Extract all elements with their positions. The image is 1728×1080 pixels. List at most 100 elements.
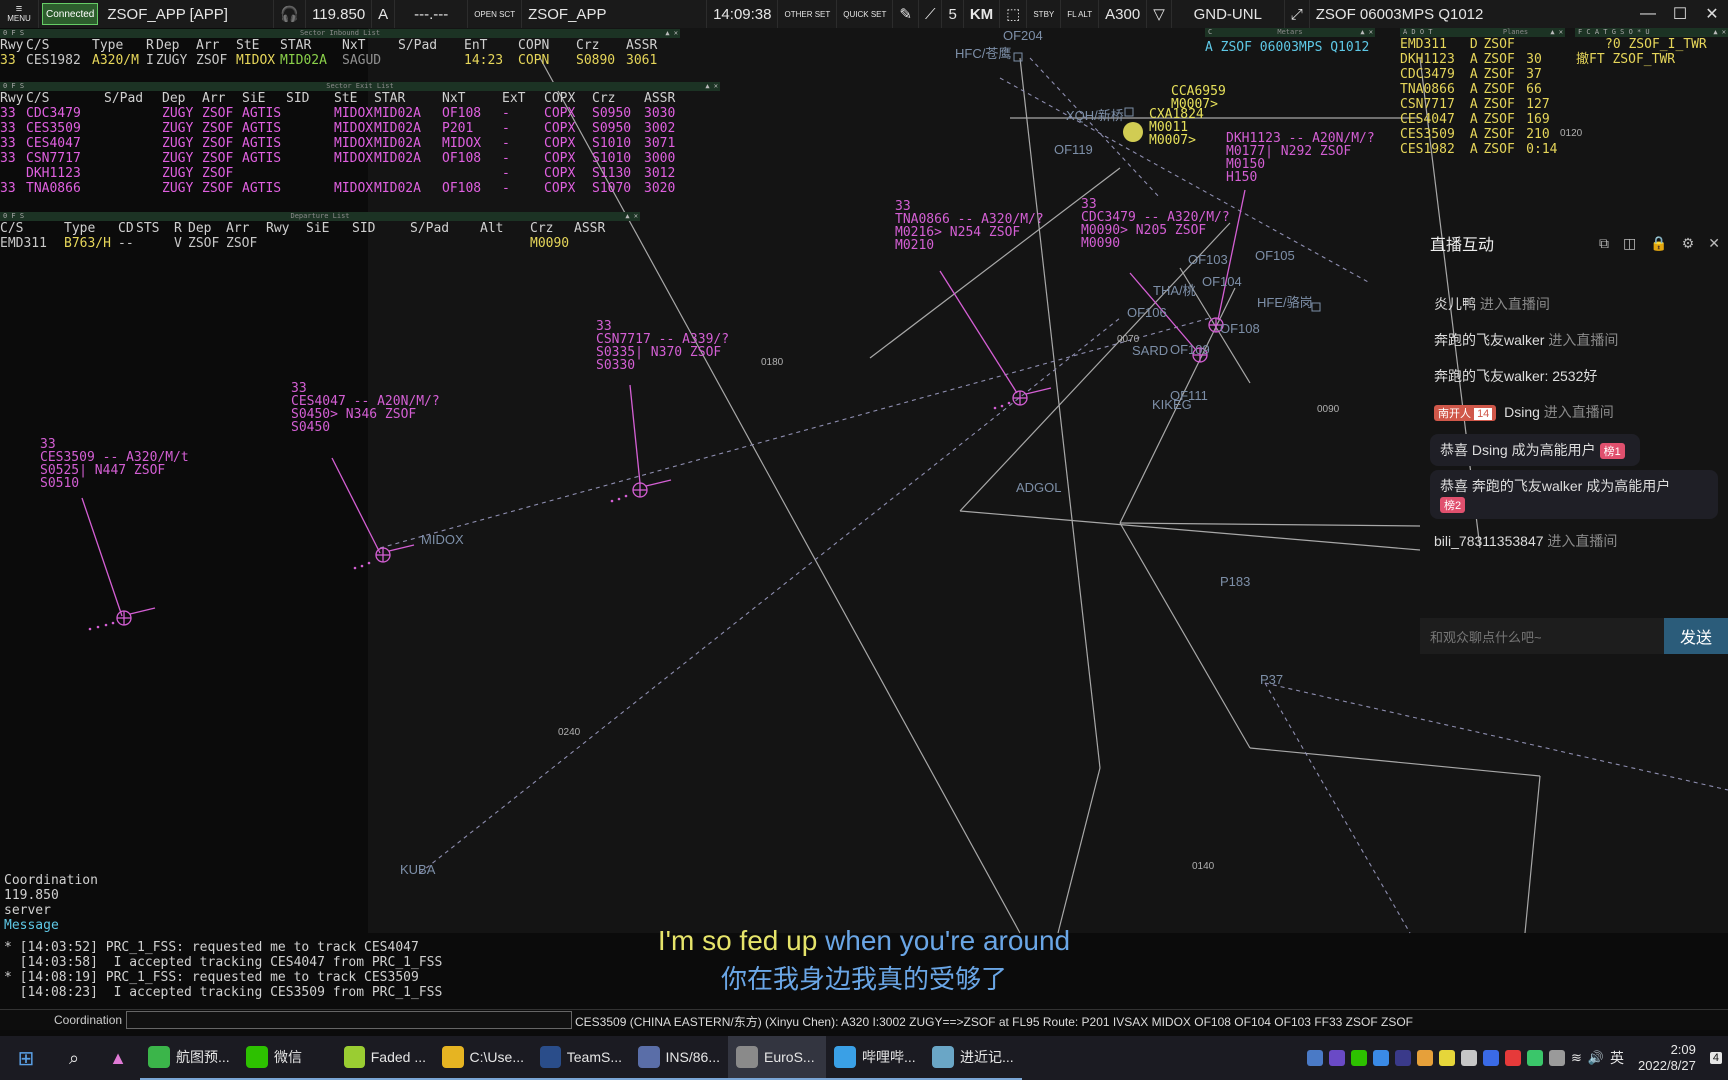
fix-kikeg[interactable]: KIKEG <box>1152 397 1192 412</box>
controller-row[interactable]: ?0 ZSOF_I_TWR <box>1575 37 1728 52</box>
minimize-icon[interactable]: — <box>1632 0 1664 28</box>
secondary-frequency[interactable]: ---.--- <box>395 0 469 28</box>
table-row[interactable]: 33 CDC3479 ZUGY ZSOF AGTIS MIDOX MID02A OF108 - C… <box>0 106 720 121</box>
tray-icon[interactable] <box>1328 1050 1345 1066</box>
notification-badge[interactable]: 4 <box>1709 1052 1722 1064</box>
open-sct-button[interactable]: OPEN SCT <box>468 0 523 28</box>
fix-of119[interactable]: OF119 <box>1054 142 1093 157</box>
fl-alt-button[interactable]: FL ALT <box>1061 0 1100 28</box>
pen-icon[interactable]: ✎ <box>893 0 919 28</box>
wifi-icon[interactable]: ≋ <box>1571 1050 1582 1066</box>
range-value[interactable]: 5 <box>942 0 964 28</box>
bluetooth-icon[interactable] <box>1482 1050 1499 1066</box>
ime-indicator[interactable]: 英 <box>1610 1048 1624 1068</box>
fix-kuba[interactable]: KUBA <box>400 862 435 877</box>
select-icon[interactable]: ⬚ <box>1000 0 1028 28</box>
range-unit[interactable]: KM <box>964 0 1001 28</box>
tag-tna0866[interactable]: 33 TNA0866 -- A320/M/? M0216> N254 ZSOF … <box>895 200 1044 252</box>
stby-button[interactable]: STBY <box>1027 0 1062 28</box>
fix-tha[interactable]: THA/桃 <box>1153 280 1196 299</box>
gear-icon[interactable]: ⚙ <box>1682 235 1695 252</box>
fix-of204[interactable]: OF204 <box>1003 28 1043 43</box>
frequency-display[interactable]: 119.850 <box>306 0 373 28</box>
tray-icon[interactable] <box>1306 1050 1323 1066</box>
panel-controls-icon[interactable]: ▲ ✕ <box>1360 28 1373 37</box>
ruler-icon[interactable]: ⟋ <box>919 0 943 28</box>
tray-icon[interactable] <box>1394 1050 1411 1066</box>
tray-icon[interactable] <box>1548 1050 1565 1066</box>
fix-of104[interactable]: OF104 <box>1202 274 1242 289</box>
list-item[interactable]: CES1982 A ZSOF 0:14 <box>1400 142 1565 157</box>
fix-of106[interactable]: OF106 <box>1127 305 1167 320</box>
quick-set-button[interactable]: QUICK SET <box>837 0 894 28</box>
table-row[interactable]: 33 CES1982 A320/M I ZUGY ZSOF MIDOX MID02A SAGUD… <box>0 53 680 68</box>
fix-xqh[interactable]: XQH/新桥 <box>1066 105 1124 124</box>
clock[interactable]: 2:09 2022/8/27 <box>1630 1042 1704 1074</box>
taskbar-app[interactable]: EuroS... <box>728 1036 826 1080</box>
list-item[interactable]: DKH1123 A ZSOF 30 <box>1400 52 1565 67</box>
table-row[interactable]: 33 CSN7717 ZUGY ZSOF AGTIS MIDOX MID02A OF108 - C… <box>0 151 720 166</box>
runway-icon[interactable]: ⤢ <box>1285 0 1310 28</box>
close-icon[interactable]: ✕ <box>1708 235 1720 252</box>
list-item[interactable]: CSN7717 A ZSOF 127 <box>1400 97 1565 112</box>
taskbar-app[interactable]: 进近记... <box>924 1036 1022 1080</box>
taskbar-app[interactable]: TeamS... <box>532 1036 630 1080</box>
command-input[interactable] <box>126 1011 572 1029</box>
fix-hfc[interactable]: HFC/苍鹰 <box>955 43 1011 62</box>
mute-icon[interactable]: ◫ <box>1623 235 1636 252</box>
atis-letter[interactable]: A <box>372 0 396 28</box>
volume-icon[interactable]: 🔊 <box>1588 1050 1604 1066</box>
taskbar-app[interactable]: C:\Use... <box>434 1036 532 1080</box>
table-row[interactable]: 33 CES4047 ZUGY ZSOF AGTIS MIDOX MID02A MIDOX - C… <box>0 136 720 151</box>
table-row[interactable]: 33 TNA0866 ZUGY ZSOF AGTIS MIDOX MID02A OF108 - C… <box>0 181 720 196</box>
fix-of105[interactable]: OF105 <box>1255 248 1295 263</box>
fix-p183[interactable]: P183 <box>1220 574 1250 589</box>
table-row[interactable]: DKH1123 ZUGY ZSOF - COPX S1130 3012 <box>0 166 720 181</box>
chat-input[interactable]: 和观众聊点什么吧~ <box>1420 618 1664 654</box>
tag-dkh1123[interactable]: DKH1123 -- A20N/M/? M0177| N292 ZSOF M01… <box>1226 132 1375 184</box>
table-row[interactable]: EMD311 B763/H -- V ZSOF ZSOF M0090 <box>0 236 640 251</box>
maximize-icon[interactable]: ☐ <box>1664 0 1696 28</box>
menu-button[interactable]: ≡ MENU <box>0 0 39 28</box>
fix-p37[interactable]: P37 <box>1260 672 1283 687</box>
tag-cxa1824[interactable]: CXA1824 M0011 M0007> <box>1149 108 1204 147</box>
tray-icon[interactable] <box>1504 1050 1521 1066</box>
altitude-type[interactable]: A300 <box>1099 0 1148 28</box>
metar-line[interactable]: A ZSOF 06003MPS Q1012 <box>1205 40 1375 55</box>
tag-cdc3479[interactable]: 33 CDC3479 -- A320/M/? M0090> N205 ZSOF … <box>1081 198 1230 250</box>
fix-hfe[interactable]: HFE/骆岗 <box>1257 292 1313 311</box>
tray-icon[interactable] <box>1460 1050 1477 1066</box>
fix-sard[interactable]: SARD <box>1132 343 1168 358</box>
tag-ces3509[interactable]: 33 CES3509 -- A320/M/t S0525| N447 ZSOF … <box>40 438 189 490</box>
search-icon[interactable]: ⌕ <box>52 1036 96 1080</box>
wechat-tray-icon[interactable] <box>1350 1050 1367 1066</box>
other-set-button[interactable]: OTHER SET <box>778 0 838 28</box>
fix-adgol[interactable]: ADGOL <box>1016 480 1062 495</box>
connected-button[interactable]: Connected <box>42 3 99 25</box>
share-icon[interactable]: ⧉ <box>1599 235 1609 252</box>
fix-of109[interactable]: OF109 <box>1170 342 1210 357</box>
tag-ces4047[interactable]: 33 CES4047 -- A20N/M/? S0450> N346 ZSOF … <box>291 382 440 434</box>
list-item[interactable]: TNA0866 A ZSOF 66 <box>1400 82 1565 97</box>
fix-of108[interactable]: OF108 <box>1220 321 1260 336</box>
panel-controls-icon[interactable]: ▲ ✕ <box>665 29 678 38</box>
close-icon[interactable]: ✕ <box>1696 0 1728 28</box>
controller-row[interactable]: 撤FT ZSOF_TWR <box>1575 52 1728 67</box>
filter-icon[interactable]: ▽ <box>1147 0 1172 28</box>
tray-icon[interactable] <box>1416 1050 1433 1066</box>
tray-icon[interactable] <box>1438 1050 1455 1066</box>
fix-midox[interactable]: MIDOX <box>421 532 464 547</box>
app-launcher-icon[interactable]: ▲ <box>96 1036 140 1080</box>
taskbar-app[interactable]: INS/86... <box>630 1036 728 1080</box>
tray-icon[interactable] <box>1372 1050 1389 1066</box>
panel-controls-icon[interactable]: ▲ ✕ <box>1550 28 1563 37</box>
list-item[interactable]: CES4047 A ZSOF 169 <box>1400 112 1565 127</box>
altitude-filter[interactable]: GND-UNL <box>1172 0 1285 28</box>
panel-controls-icon[interactable]: ▲ ✕ <box>705 82 718 91</box>
list-item[interactable]: EMD311 D ZSOF <box>1400 37 1565 52</box>
fix-of103[interactable]: OF103 <box>1188 252 1228 267</box>
headset-icon[interactable]: 🎧 <box>274 0 307 28</box>
panel-controls-icon[interactable]: ▲ ✕ <box>1713 28 1726 37</box>
tray-icon[interactable] <box>1526 1050 1543 1066</box>
panel-controls-icon[interactable]: ▲ ✕ <box>625 212 638 221</box>
